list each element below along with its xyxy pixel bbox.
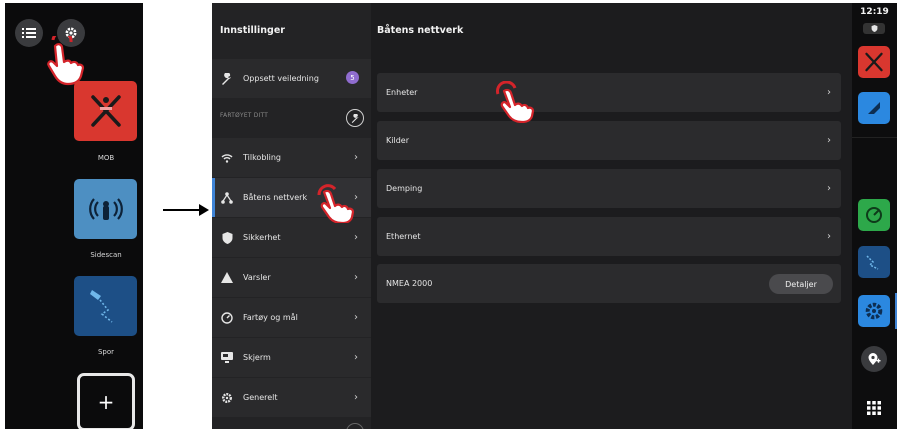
home-panel: MOB Sidescan Spor +	[5, 3, 143, 429]
dock-app-settings[interactable]	[858, 295, 890, 327]
status-indicator	[863, 23, 885, 34]
row-label: Kilder	[386, 136, 409, 145]
warning-icon	[221, 272, 233, 284]
app-label-spor: Spor	[97, 348, 115, 356]
chevron-right-icon: ›	[354, 232, 358, 243]
add-app-button[interactable]: +	[77, 373, 135, 429]
settings-window: Innstillinger Oppsett veiledning 5 FARTØ…	[212, 3, 897, 429]
track-icon	[866, 255, 879, 270]
list-icon	[22, 28, 36, 38]
network-row-nmea2000: NMEA 2000 Detaljer	[377, 264, 841, 303]
dock-app-sonar[interactable]	[858, 199, 890, 231]
row-label: Enheter	[386, 88, 418, 97]
wrench-icon	[351, 113, 358, 123]
app-label-sidescan: Sidescan	[90, 251, 122, 259]
row-label: Demping	[386, 184, 423, 193]
chevron-right-icon: ›	[354, 312, 358, 323]
tap-gesture-icon	[317, 184, 355, 223]
gauge-icon	[221, 311, 233, 324]
network-icon	[221, 191, 233, 204]
dock-app-track[interactable]	[858, 246, 890, 278]
sidebar-item-label: Tilkobling	[243, 153, 281, 162]
chevron-right-icon: ›	[827, 87, 831, 98]
section-label: FARTØYET DITT	[220, 113, 269, 119]
tap-gesture-icon	[47, 36, 85, 86]
add-waypoint-button[interactable]	[861, 346, 887, 372]
transition-arrow-line	[163, 209, 202, 211]
apps-grid-button[interactable]	[865, 399, 883, 417]
page-title: Båtens nettverk	[377, 25, 464, 36]
shield-icon	[221, 231, 233, 244]
sidebar-item-label: Skjerm	[243, 353, 271, 362]
stage: MOB Sidescan Spor + Innstillinger Oppset…	[0, 0, 897, 430]
sidebar-item-skjerm[interactable]: Skjerm ›	[212, 338, 371, 377]
sidebar-item-label: Sikkerhet	[243, 233, 281, 242]
sidebar-item-label: Generelt	[243, 393, 278, 402]
chart-plotter-icon	[868, 102, 880, 114]
wrench-icon	[221, 72, 233, 85]
dock-app-chart[interactable]	[858, 92, 890, 124]
edit-wrench-button[interactable]	[346, 109, 364, 127]
chevron-right-icon: ›	[827, 231, 831, 242]
sidebar-item-generelt[interactable]: Generelt ›	[212, 378, 371, 417]
network-row-demping[interactable]: Demping ›	[377, 169, 841, 208]
sidebar-item-sikkerhet[interactable]: Sikkerhet ›	[212, 218, 371, 257]
sidescan-sonar-icon	[88, 198, 123, 220]
dock-app-mob[interactable]	[858, 46, 890, 78]
chevron-right-icon: ›	[827, 135, 831, 146]
sidebar-item-tilkobling[interactable]: Tilkobling ›	[212, 138, 371, 177]
transition-arrow-head	[199, 204, 209, 216]
man-overboard-icon	[865, 52, 883, 72]
gear-icon	[221, 392, 233, 404]
chevron-right-icon: ›	[354, 272, 358, 283]
shield-status-icon	[871, 25, 877, 32]
more-indicator	[346, 423, 364, 429]
add-location-icon	[868, 353, 881, 365]
sidebar-item-label: Fartøy og mål	[243, 313, 298, 322]
tap-gesture-icon	[496, 81, 535, 123]
settings-sidebar: Innstillinger Oppsett veiledning 5 FARTØ…	[212, 3, 371, 429]
details-button[interactable]: Detaljer	[769, 274, 833, 294]
settings-title: Innstillinger	[220, 25, 285, 36]
sidebar-item-varsler[interactable]: Varsler ›	[212, 258, 371, 297]
network-row-enheter[interactable]: Enheter ›	[377, 73, 841, 112]
onboarding-count-badge: 5	[346, 71, 359, 84]
track-icon	[89, 290, 112, 323]
mob-app-tile[interactable]	[74, 81, 137, 141]
wifi-icon	[221, 152, 233, 164]
chevron-right-icon: ›	[354, 352, 358, 363]
grid-icon	[867, 401, 881, 415]
app-label-mob: MOB	[97, 154, 115, 162]
gear-icon	[865, 302, 883, 320]
network-row-kilder[interactable]: Kilder ›	[377, 121, 841, 160]
chevron-right-icon: ›	[354, 392, 358, 403]
dock-divider	[852, 137, 897, 138]
sonar-icon	[866, 207, 882, 223]
man-overboard-icon	[90, 95, 121, 127]
display-icon	[221, 352, 233, 364]
sidescan-app-tile[interactable]	[74, 179, 137, 239]
chevron-right-icon: ›	[827, 183, 831, 194]
row-label: Ethernet	[386, 232, 421, 241]
sidebar-item-label: Varsler	[243, 273, 271, 282]
chevron-right-icon: ›	[354, 152, 358, 163]
network-row-ethernet[interactable]: Ethernet ›	[377, 217, 841, 256]
sidebar-item-fartoy-og-mal[interactable]: Fartøy og mål ›	[212, 298, 371, 337]
spor-app-tile[interactable]	[74, 276, 137, 336]
app-dock: 12:19	[852, 3, 897, 429]
clock: 12:19	[860, 7, 889, 17]
